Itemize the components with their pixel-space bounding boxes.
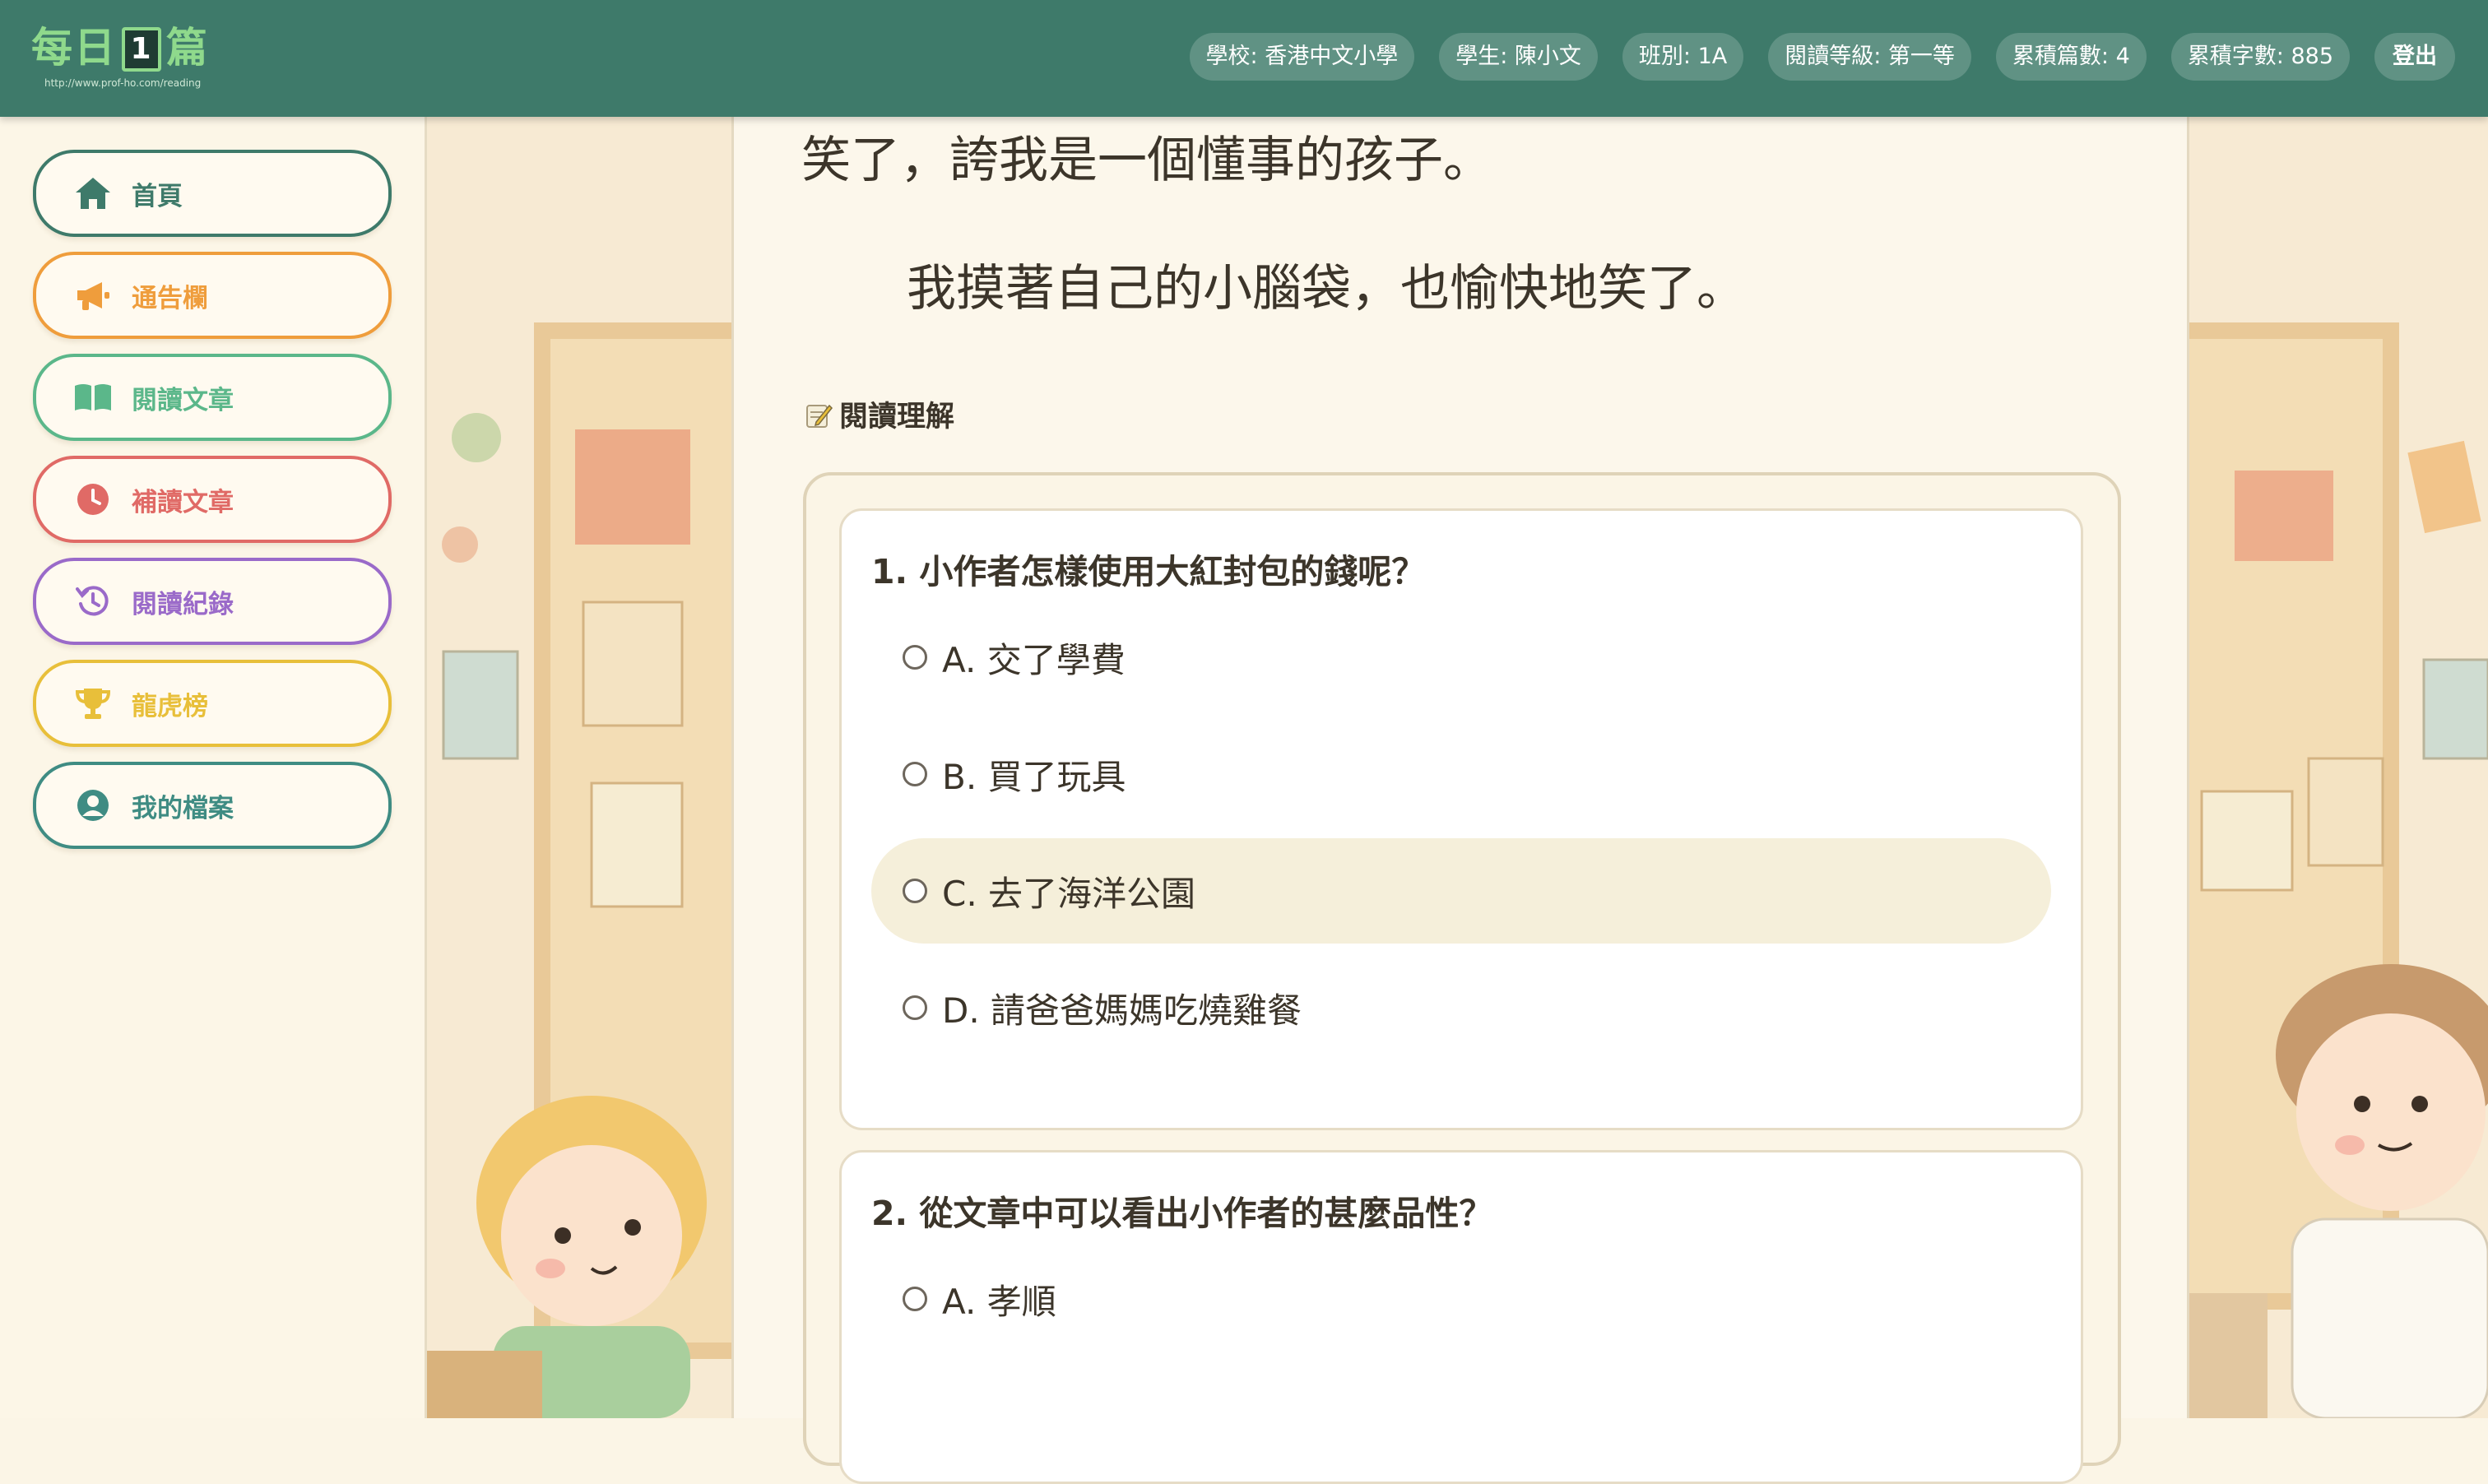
- user-circle-icon: [72, 785, 114, 826]
- answer-option[interactable]: D. 請爸爸媽媽吃燒雞餐: [871, 955, 2051, 1060]
- sidebar-item-reading-history[interactable]: 閱讀紀錄: [33, 558, 392, 645]
- sidebar-item-label: 龍虎榜: [132, 691, 208, 721]
- option-label: B. 買了玩具: [942, 756, 1126, 797]
- article-paragraph: 我摸著自己的小腦袋，也愉快地笑了。: [907, 260, 1746, 318]
- option-label: A. 孝順: [942, 1281, 1056, 1322]
- sidebar-item-label: 閱讀紀錄: [132, 589, 234, 619]
- question-title: 1. 小作者怎樣使用大紅封包的錢呢？: [871, 552, 1426, 591]
- classroom-illustration-right: [2185, 117, 2488, 1418]
- sidebar-item-label: 首頁: [132, 181, 183, 211]
- option-label: C. 去了海洋公園: [942, 873, 1196, 914]
- sidebar-item-label: 閱讀文章: [132, 385, 234, 415]
- article-content: 笑了，誇我是一個懂事的孩子。 我摸著自己的小腦袋，也愉快地笑了。 閱讀理解 1.…: [731, 117, 2189, 1484]
- sidebar-item-notices[interactable]: 通告欄: [33, 252, 392, 339]
- answer-option[interactable]: B. 買了玩具: [871, 721, 2051, 827]
- history-icon: [72, 581, 114, 622]
- user-info-bar: 學校: 香港中文小學 學生: 陳小文 班別: 1A 閱讀等級: 第一等 累積篇數…: [1189, 33, 2455, 81]
- sidebar-item-home[interactable]: 首頁: [33, 150, 392, 237]
- option-label: D. 請爸爸媽媽吃燒雞餐: [942, 990, 1302, 1031]
- sidebar-item-my-profile[interactable]: 我的檔案: [33, 762, 392, 849]
- article-count-badge: 累積篇數: 4: [1995, 33, 2147, 81]
- answer-option-hovered[interactable]: C. 去了海洋公園: [871, 838, 2051, 944]
- question-title: 2. 從文章中可以看出小作者的甚麼品性？: [871, 1194, 1493, 1233]
- sidebar-item-read-articles[interactable]: 閱讀文章: [33, 354, 392, 441]
- reading-level-badge: 閱讀等級: 第一等: [1768, 33, 1971, 81]
- trophy-icon: [72, 683, 114, 724]
- school-badge: 學校: 香港中文小學: [1189, 33, 1415, 81]
- sidebar-nav: 首頁 通告欄 閱讀文章 補讀文章 閱讀紀錄 龍虎榜 我的檔案: [0, 117, 427, 1418]
- question-card: 1. 小作者怎樣使用大紅封包的錢呢？ A. 交了學費 B. 買了玩具 C. 去了…: [839, 508, 2083, 1130]
- radio-button[interactable]: [903, 995, 927, 1020]
- book-icon: [72, 377, 114, 418]
- option-label: A. 交了學費: [942, 639, 1126, 680]
- class-badge: 班別: 1A: [1622, 33, 1744, 81]
- site-logo[interactable]: 每日 1 篇 http://www.prof-ho.com/reading: [31, 18, 212, 97]
- radio-button[interactable]: [903, 879, 927, 903]
- home-icon: [72, 173, 114, 214]
- student-badge: 學生: 陳小文: [1439, 33, 1598, 81]
- question-card: 2. 從文章中可以看出小作者的甚麼品性？ A. 孝順: [839, 1150, 2083, 1484]
- comprehension-section-title: 閱讀理解: [805, 393, 954, 435]
- memo-icon: [806, 404, 833, 428]
- answer-option[interactable]: A. 孝順: [871, 1246, 2051, 1352]
- sidebar-item-label: 通告欄: [132, 283, 208, 313]
- radio-button[interactable]: [903, 1287, 927, 1311]
- top-header: 每日 1 篇 http://www.prof-ho.com/reading 學校: …: [0, 0, 2488, 117]
- sidebar-item-label: 補讀文章: [132, 487, 234, 517]
- radio-button[interactable]: [903, 762, 927, 786]
- sidebar-item-label: 我的檔案: [132, 793, 234, 823]
- logo-url: http://www.prof-ho.com/reading: [44, 77, 202, 89]
- quiz-container: 1. 小作者怎樣使用大紅封包的錢呢？ A. 交了學費 B. 買了玩具 C. 去了…: [803, 472, 2121, 1484]
- answer-option[interactable]: A. 交了學費: [871, 605, 2051, 710]
- article-paragraph: 笑了，誇我是一個懂事的孩子。: [801, 132, 1492, 189]
- word-count-badge: 累積字數: 885: [2170, 33, 2350, 81]
- clock-icon: [72, 479, 114, 520]
- section-title-text: 閱讀理解: [839, 401, 955, 434]
- classroom-illustration-left: [427, 117, 731, 1418]
- megaphone-icon: [72, 275, 114, 316]
- sidebar-item-catch-up[interactable]: 補讀文章: [33, 456, 392, 543]
- radio-button[interactable]: [903, 645, 927, 670]
- logout-button[interactable]: 登出: [2374, 33, 2455, 81]
- sidebar-item-leaderboard[interactable]: 龍虎榜: [33, 660, 392, 747]
- logo-wordmark: 每日 1 篇: [31, 24, 209, 72]
